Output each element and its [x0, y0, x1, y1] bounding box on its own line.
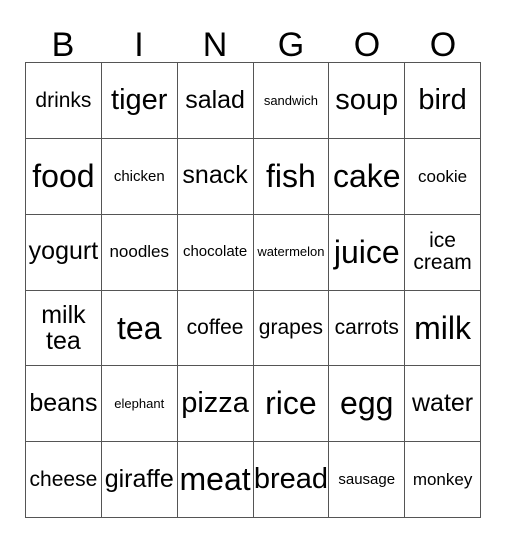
- bingo-cell[interactable]: beans: [26, 366, 102, 443]
- bingo-header-cell-2: N: [177, 14, 253, 62]
- bingo-header-cell-0: B: [25, 14, 101, 62]
- bingo-cell[interactable]: ice cream: [405, 214, 481, 291]
- bingo-cell-label: monkey: [412, 469, 473, 489]
- bingo-cell-label: meat: [179, 461, 251, 498]
- bingo-header-cell-4: O: [329, 14, 405, 62]
- bingo-cell-label: juice: [333, 233, 400, 270]
- bingo-cell-label: giraffe: [104, 464, 174, 493]
- bingo-cell-label: pizza: [181, 386, 249, 419]
- bingo-header-letter: O: [429, 26, 457, 64]
- bingo-cell-label: sandwich: [263, 92, 319, 108]
- bingo-cell-label: ice cream: [413, 229, 472, 275]
- bingo-cell[interactable]: milk: [405, 290, 481, 367]
- bingo-cell-label: beans: [29, 388, 98, 417]
- bingo-cell[interactable]: water: [405, 366, 481, 443]
- bingo-cell[interactable]: elephant: [101, 366, 178, 443]
- bingo-cell-label: chicken: [113, 167, 165, 185]
- bingo-cell[interactable]: bird: [405, 63, 481, 139]
- bingo-cell-label: soup: [335, 83, 399, 116]
- bingo-cell[interactable]: giraffe: [101, 442, 178, 518]
- bingo-cell-label: grapes: [258, 316, 324, 340]
- bingo-cell[interactable]: noodles: [101, 214, 178, 291]
- bingo-cell[interactable]: cake: [329, 138, 406, 215]
- bingo-cell-label: tiger: [111, 83, 168, 116]
- bingo-cell-label: fish: [266, 157, 316, 194]
- bingo-cell-label: sausage: [338, 470, 396, 488]
- bingo-cell-label: yogurt: [28, 237, 99, 266]
- bingo-header-letter: I: [134, 26, 144, 64]
- bingo-cell[interactable]: tea: [101, 290, 178, 367]
- bingo-header-letter: N: [202, 26, 228, 64]
- bingo-cell-label: cookie: [418, 166, 468, 186]
- bingo-cell[interactable]: juice: [329, 214, 406, 291]
- bingo-cell[interactable]: sandwich: [253, 63, 330, 139]
- bingo-cell[interactable]: grapes: [253, 290, 330, 367]
- bingo-cell[interactable]: yogurt: [26, 214, 102, 291]
- bingo-cell-label: snack: [182, 161, 248, 190]
- bingo-cell[interactable]: bread: [253, 442, 330, 518]
- bingo-header-letter: B: [51, 26, 75, 64]
- bingo-cell[interactable]: cheese: [26, 442, 102, 518]
- bingo-header-cell-3: G: [253, 14, 329, 62]
- bingo-cell[interactable]: soup: [329, 63, 406, 139]
- bingo-cell-label: salad: [185, 85, 245, 114]
- bingo-cell[interactable]: food: [26, 138, 102, 215]
- bingo-cell[interactable]: milk tea: [26, 290, 102, 367]
- bingo-cell-label: chocolate: [182, 243, 248, 261]
- bingo-cell-label: food: [32, 157, 95, 194]
- bingo-header-cell-1: I: [101, 14, 177, 62]
- bingo-cell[interactable]: carrots: [329, 290, 406, 367]
- bingo-grid: drinks tiger salad sandwich soup bird food chic…: [25, 62, 481, 518]
- bingo-cell-label: tea: [117, 309, 162, 346]
- bingo-header-letter: G: [277, 26, 305, 64]
- bingo-cell[interactable]: chocolate: [177, 214, 254, 291]
- bingo-header-row: B I N G O O: [25, 14, 481, 62]
- bingo-cell-label: coffee: [186, 316, 244, 340]
- bingo-cell[interactable]: meat: [177, 442, 254, 518]
- bingo-cell[interactable]: cookie: [405, 138, 481, 215]
- bingo-header-letter: O: [353, 26, 381, 64]
- bingo-cell-label: milk tea: [41, 300, 86, 355]
- bingo-cell-label: cheese: [29, 467, 98, 491]
- bingo-cell-label: water: [412, 388, 474, 417]
- bingo-header-cell-5: O: [405, 14, 481, 62]
- bingo-cell-label: carrots: [334, 316, 399, 340]
- bingo-cell-label: drinks: [35, 88, 92, 112]
- bingo-cell-label: elephant: [114, 396, 165, 412]
- bingo-cell-label: watermelon: [257, 244, 325, 260]
- bingo-card: B I N G O O drinks tiger salad sandwich soup…: [0, 0, 506, 544]
- bingo-cell-label: milk: [414, 309, 472, 346]
- bingo-cell[interactable]: rice: [253, 366, 330, 443]
- bingo-cell[interactable]: salad: [177, 63, 254, 139]
- bingo-cell-label: cake: [332, 157, 401, 194]
- bingo-cell[interactable]: fish: [253, 138, 330, 215]
- bingo-cell[interactable]: chicken: [101, 138, 178, 215]
- bingo-cell[interactable]: sausage: [329, 442, 406, 518]
- bingo-cell[interactable]: watermelon: [253, 214, 330, 291]
- bingo-cell[interactable]: egg: [329, 366, 406, 443]
- bingo-cell[interactable]: coffee: [177, 290, 254, 367]
- bingo-cell-label: noodles: [109, 242, 170, 262]
- bingo-cell[interactable]: monkey: [405, 442, 481, 518]
- bingo-cell-label: egg: [340, 385, 394, 422]
- bingo-cell-label: bird: [418, 83, 467, 116]
- bingo-cell-label: rice: [265, 385, 317, 422]
- bingo-cell[interactable]: drinks: [26, 63, 102, 139]
- bingo-cell[interactable]: snack: [177, 138, 254, 215]
- bingo-cell[interactable]: pizza: [177, 366, 254, 443]
- bingo-cell[interactable]: tiger: [101, 63, 178, 139]
- bingo-cell-label: bread: [253, 462, 328, 495]
